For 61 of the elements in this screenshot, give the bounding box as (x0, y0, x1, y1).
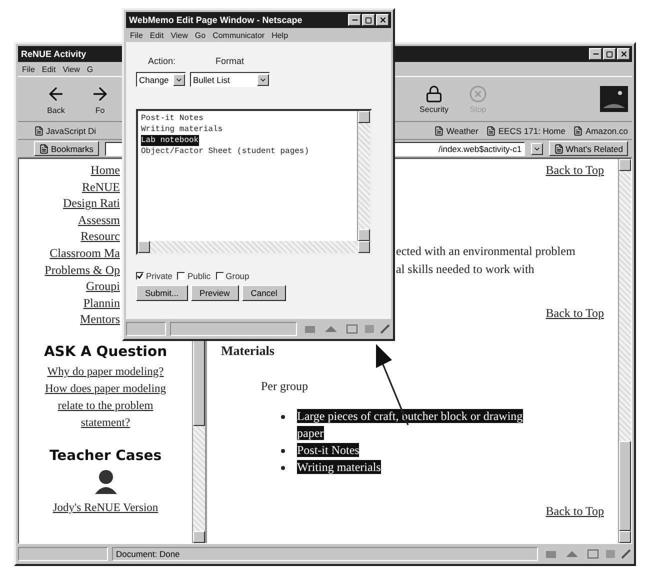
memo-line: Post-it Notes (141, 113, 204, 124)
nav-link[interactable]: Plannin (83, 294, 120, 312)
list-item-text: Large pieces of craft, butcher block or drawing paper (297, 408, 524, 442)
action-select[interactable]: Change (136, 72, 186, 87)
toolbar-button[interactable]: Back (34, 79, 78, 119)
option-checkbox[interactable]: Private (136, 271, 172, 281)
format-select[interactable]: Bullet List (190, 72, 270, 87)
memo-line: Object/Factor Sheet (student pages) (141, 146, 310, 157)
nav-link[interactable]: Mentors (80, 311, 120, 328)
back-to-top-link[interactable]: Back to Top (546, 163, 604, 178)
nav-link[interactable]: Design Rati (63, 195, 120, 212)
form-button[interactable]: Preview (190, 285, 239, 301)
menu-item[interactable]: File (22, 64, 35, 74)
side-heading: Teacher Cases (49, 448, 162, 464)
toolbar-button[interactable]: Security (412, 79, 456, 119)
toolbar-button[interactable]: Fo (78, 79, 122, 119)
bookmarks-button[interactable]: Bookmarks (34, 141, 99, 156)
side-heading: ASK A Question (44, 344, 168, 360)
memo-field[interactable]: Post-it Notes Writing materials Lab notebook Object/Factor Sheet (student pages) (136, 109, 372, 255)
case-link[interactable]: Jody's ReNUE Version (20, 500, 190, 517)
section-heading: Materials (221, 343, 276, 359)
list-item-text: Post-it Notes (297, 442, 360, 459)
body-text: Per group (260, 379, 309, 394)
menu-item[interactable]: Edit (150, 30, 164, 40)
memo-line: Writing materials (141, 124, 223, 135)
menu-item[interactable]: Help (272, 30, 288, 40)
paragraph-text: al skills needed to work with (396, 261, 536, 278)
menu-item[interactable]: Edit (42, 64, 56, 74)
whats-related-button[interactable]: What's Related (548, 141, 628, 156)
back-to-top-link[interactable]: Back to Top (546, 306, 604, 321)
menu-item[interactable]: View (170, 30, 188, 40)
option-checkbox[interactable]: Group (216, 271, 250, 281)
window-title: WebMemo Edit Page Window - Netscape (129, 15, 302, 25)
form-button[interactable]: Cancel (242, 285, 286, 301)
nav-link[interactable]: Problems & Op (44, 262, 120, 278)
nav-link[interactable]: Classroom Ma (50, 244, 120, 262)
question-link[interactable]: How does paper modeling relate to the problem statement? (36, 380, 176, 432)
nav-link[interactable]: ReNUE (82, 178, 120, 196)
question-link[interactable]: Why do paper modeling? (20, 364, 190, 381)
field-label: Format (216, 56, 244, 66)
form-button[interactable]: Submit... (136, 285, 188, 301)
window-title: ReNUE Activity (21, 49, 86, 59)
list-item-text: Writing materials (297, 459, 382, 476)
status-text: Document: Done (112, 547, 538, 561)
menu-item[interactable]: File (130, 30, 143, 40)
field-label: Action: (148, 56, 176, 66)
bookmark-link[interactable]: JavaScript Di (34, 126, 96, 136)
back-to-top-link[interactable]: Back to Top (546, 504, 604, 519)
menu-item[interactable]: Communicator (212, 30, 265, 40)
nav-link[interactable]: Resourc (80, 228, 120, 245)
bookmark-link[interactable]: Amazon.co (573, 126, 628, 136)
nav-link[interactable]: Groupi (86, 278, 120, 295)
option-checkbox[interactable]: Public (177, 271, 211, 281)
paragraph-text: ected with an environmental problem (396, 243, 576, 260)
nav-link[interactable]: Assessm (78, 212, 120, 228)
nav-link[interactable]: Home (90, 162, 120, 179)
bookmark-link[interactable]: Weather (434, 126, 478, 136)
menu-item[interactable]: G (86, 64, 94, 74)
menu-item[interactable]: Go (194, 30, 206, 40)
bookmark-link[interactable]: EECS 171: Home (486, 126, 566, 136)
menu-item[interactable]: View (62, 64, 80, 74)
